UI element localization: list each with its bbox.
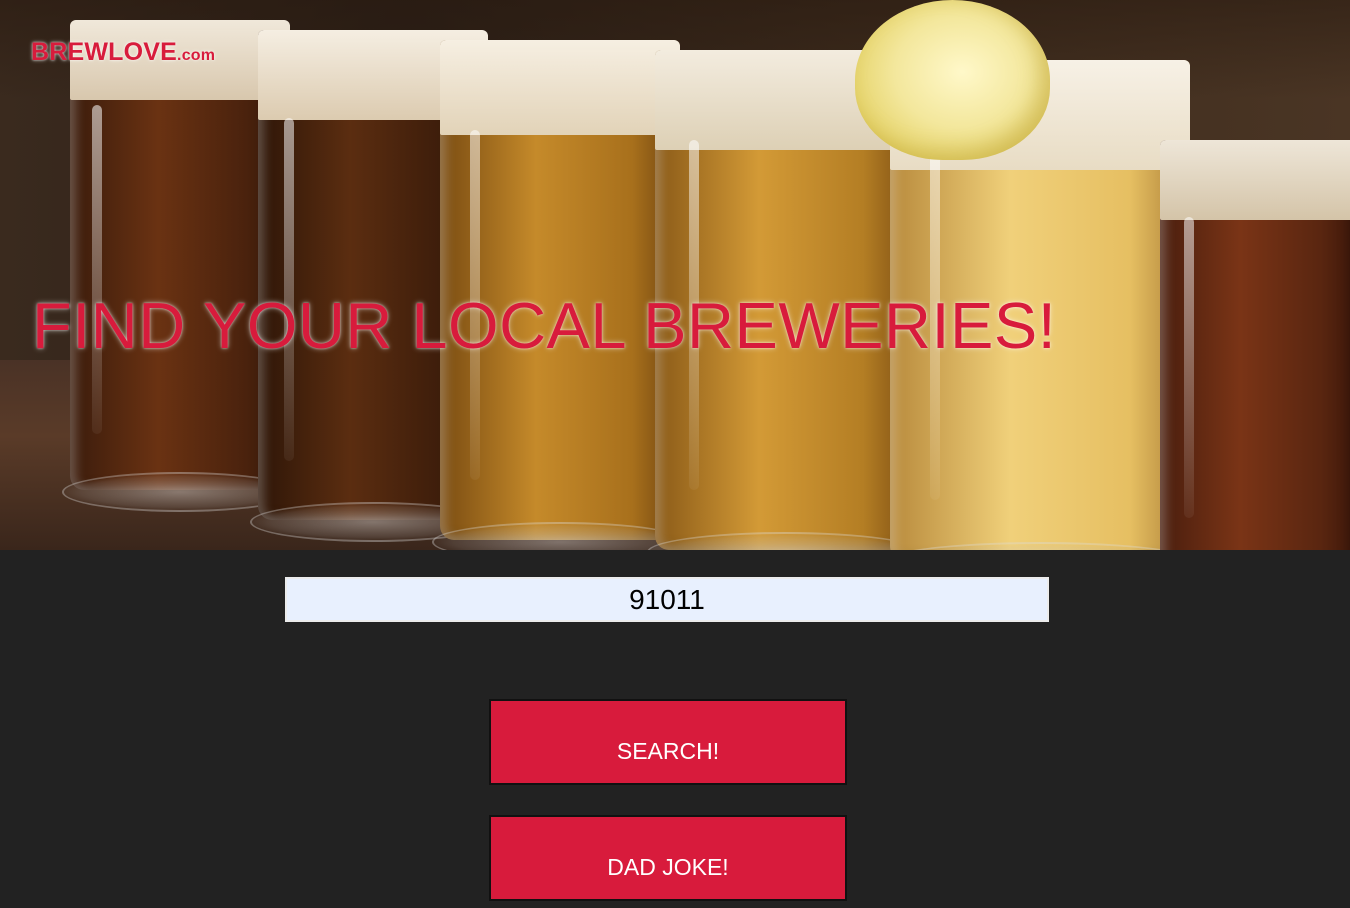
- search-button[interactable]: SEARCH!: [489, 699, 847, 785]
- page-headline: FIND YOUR LOCAL BREWERIES!: [32, 289, 1057, 362]
- lemon-slice: [855, 0, 1050, 160]
- dad-joke-button[interactable]: DAD JOKE!: [489, 815, 847, 901]
- zip-search-input[interactable]: [285, 577, 1049, 622]
- logo-tld: .com: [177, 47, 216, 64]
- beer-glass: [62, 20, 298, 512]
- logo-text: BREWLOVE: [31, 38, 178, 66]
- beer-glass: [1160, 140, 1350, 550]
- site-logo[interactable]: BREWLOVE.com: [31, 38, 215, 67]
- hero-banner: BREWLOVE.com FIND YOUR LOCAL BREWERIES!: [0, 0, 1350, 550]
